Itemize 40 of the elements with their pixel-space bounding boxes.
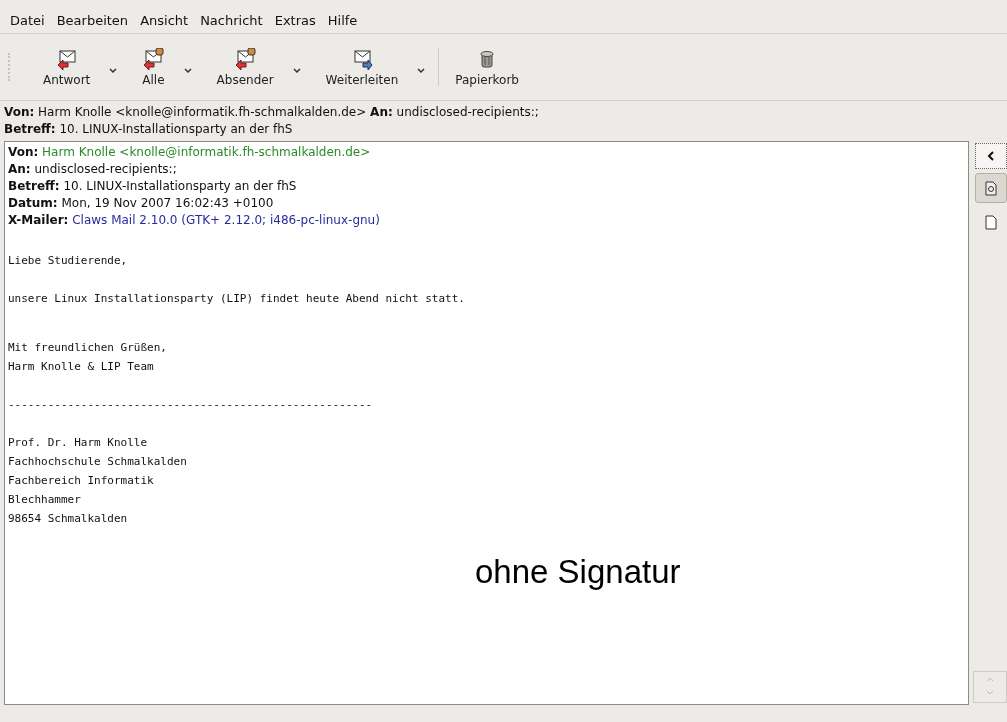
toolbar-button[interactable]: Alle <box>134 43 173 91</box>
body-text-line: Mit freundlichen Grüßen, <box>8 340 168 356</box>
body-text-line: Prof. Dr. Harm Knolle <box>8 435 149 451</box>
body-text-line: Blechhammer <box>8 492 82 508</box>
menu-item[interactable]: Ansicht <box>134 11 195 30</box>
header-summary-line: Betreff: 10. LINUX-Installationsparty an der fhS <box>4 121 294 138</box>
header-line: An: undisclosed-recipients:; <box>8 161 178 178</box>
toolbar-button[interactable]: Papierkorb <box>447 43 527 91</box>
toolbar-button[interactable]: Absender <box>208 43 282 91</box>
dropdown-caret-icon[interactable] <box>108 67 119 75</box>
document-icon <box>985 214 997 230</box>
at-document-icon <box>985 180 997 196</box>
toolbar-button[interactable]: Weiterleiten <box>317 43 407 91</box>
header-line: X-Mailer: Claws Mail 2.10.0 (GTK+ 2.12.0; i486-pc-linux-gnu) <box>8 212 381 229</box>
body-text-line: Liebe Studierende, <box>8 253 129 269</box>
chevron-left-icon <box>986 150 996 162</box>
menu-item[interactable]: Extras <box>268 11 322 30</box>
envelope-arrow-icon <box>234 47 257 70</box>
body-text-line: Fachbereich Informatik <box>8 473 155 489</box>
envelope-arrow-icon <box>55 47 78 70</box>
body-text-line: Fachhochschule Schmalkalden <box>8 454 188 470</box>
menu-item[interactable]: Hilfe <box>321 11 364 30</box>
header-summary-line: Von: Harm Knolle <knolle@informatik.fh-schmalkalden.de> An: undisclosed-recipients:; <box>4 104 540 121</box>
menu-item[interactable]: Nachricht <box>194 11 269 30</box>
header-line: Betreff: 10. LINUX-Installationsparty an der fhS <box>8 178 298 195</box>
annotation-text: ohne Signatur <box>475 552 681 592</box>
toolbar-button[interactable]: Antwort <box>35 43 99 91</box>
collapse-button[interactable] <box>975 143 1007 169</box>
dropdown-caret-icon[interactable] <box>291 67 302 75</box>
menu-item[interactable]: Datei <box>4 11 51 30</box>
body-text-line: unsere Linux Installationsparty (LIP) findet heute Abend nicht statt. <box>8 291 466 307</box>
menu-item[interactable]: Bearbeiten <box>50 11 135 30</box>
body-text-line: 98654 Schmalkalden <box>8 511 129 527</box>
dropdown-caret-icon[interactable] <box>416 67 427 75</box>
dropdown-caret-icon[interactable] <box>182 67 193 75</box>
envelope-arrow-icon <box>142 47 165 70</box>
header-line: Von: Harm Knolle <knolle@informatik.fh-schmalkalden.de> <box>8 144 372 161</box>
header-line: Datum: Mon, 19 Nov 2007 16:02:43 +0100 <box>8 195 275 212</box>
body-text-line: ------------------------------------------------------- <box>8 397 374 413</box>
body-text-line: Harm Knolle & LIP Team <box>8 359 155 375</box>
